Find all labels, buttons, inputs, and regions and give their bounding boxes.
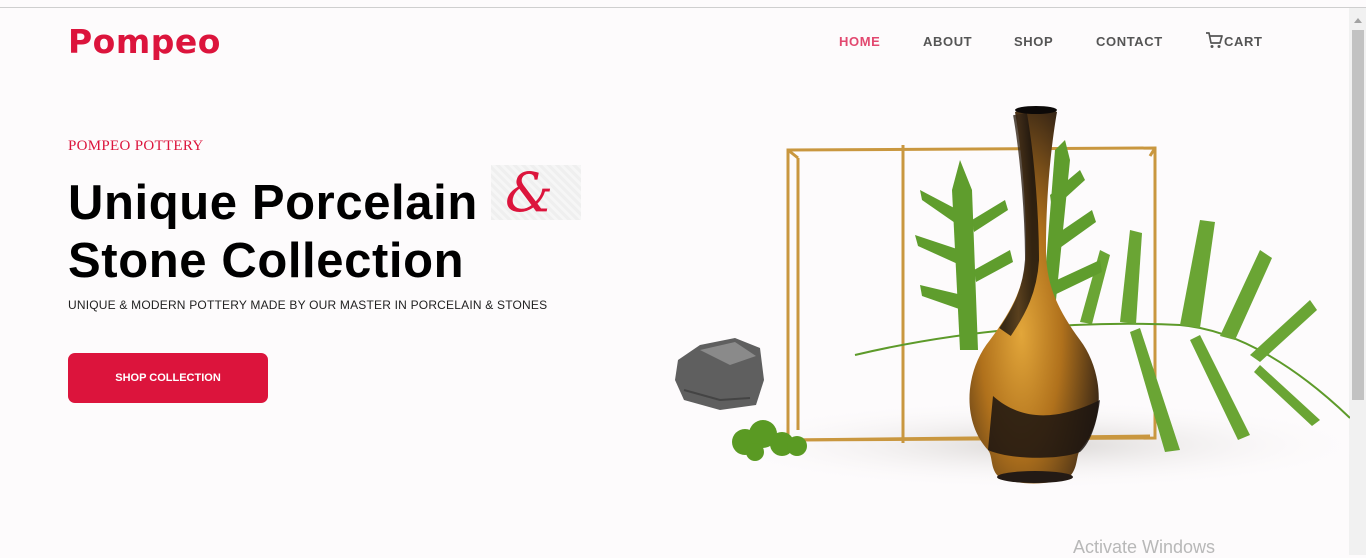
site-logo[interactable]: Pompeo (68, 22, 221, 61)
hero-product-image (675, 106, 1350, 490)
hero-eyebrow: POMPEO POTTERY (68, 138, 204, 154)
nav-shop[interactable]: SHOP (1014, 34, 1053, 49)
hero-headline-line2: Stone Collection (68, 234, 465, 288)
cart-icon[interactable] (1205, 31, 1223, 49)
nav-cart[interactable]: CART (1224, 34, 1263, 49)
browser-top-border (0, 7, 1366, 8)
hero-headline: Unique Porcelain Stone Collection (68, 174, 628, 290)
scroll-up-arrow-icon[interactable] (1354, 18, 1362, 23)
nav-home[interactable]: HOME (839, 34, 880, 49)
hero-subheading: UNIQUE & MODERN POTTERY MADE BY OUR MAST… (68, 298, 548, 312)
nav-about[interactable]: ABOUT (923, 34, 972, 49)
nav-contact[interactable]: CONTACT (1096, 34, 1163, 49)
page-scrollbar[interactable] (1349, 8, 1366, 555)
shop-collection-button[interactable]: SHOP COLLECTION (68, 353, 268, 403)
scrollbar-thumb[interactable] (1352, 30, 1364, 400)
hero-headline-line1: Unique Porcelain (68, 176, 478, 230)
